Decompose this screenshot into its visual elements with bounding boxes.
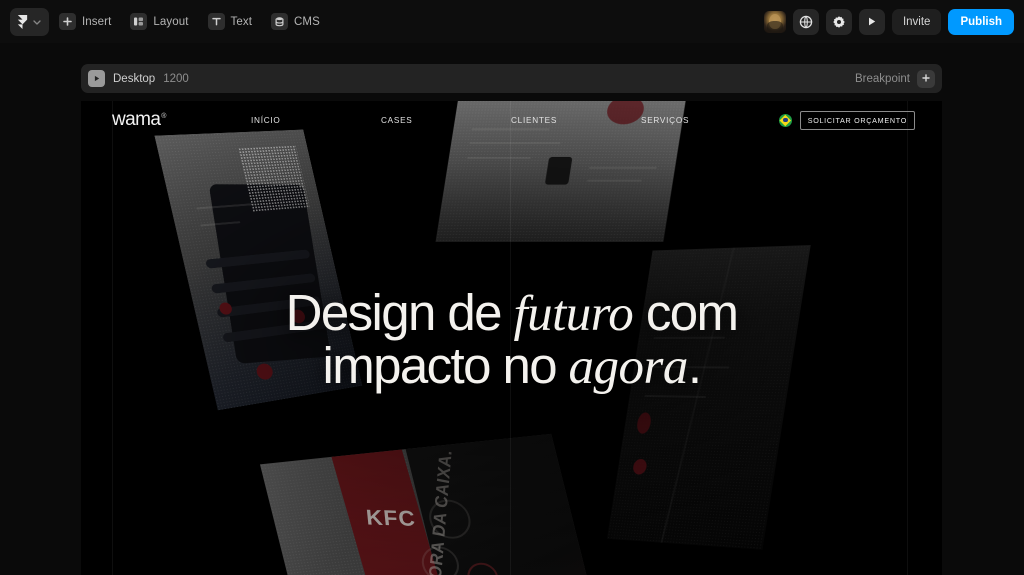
site-nav-links: INÍCIO CASES CLIENTES SERVIÇOS: [251, 116, 771, 125]
site-logo-text: wama: [112, 109, 160, 130]
breakpoint-info: Desktop 1200: [88, 70, 189, 87]
breakpoint-width[interactable]: 1200: [163, 73, 189, 85]
toolbar-text-button[interactable]: Text: [202, 8, 262, 36]
publish-button[interactable]: Publish: [948, 9, 1014, 35]
toolbar-insert-button[interactable]: Insert: [53, 8, 120, 36]
nav-link-servicos[interactable]: SERVIÇOS: [641, 116, 771, 125]
text-t-icon: [208, 13, 225, 30]
mockup-card-bottom-kfc[interactable]: KFC USE FORA DA CAIXA.: [260, 434, 602, 575]
plus-square-icon: [59, 13, 76, 30]
site-nav-right: SOLICITAR ORÇAMENTO: [779, 111, 915, 130]
framer-logo-icon: [16, 15, 29, 29]
globe-button[interactable]: [793, 9, 819, 35]
brazil-flag-icon[interactable]: [779, 114, 792, 127]
mockup-card-right[interactable]: [607, 245, 811, 550]
toolbar-insert-label: Insert: [82, 16, 111, 28]
gear-icon: [832, 15, 846, 29]
site-logo[interactable]: wama®: [112, 109, 166, 131]
layout-guide-left: [112, 101, 113, 575]
nav-link-clientes[interactable]: CLIENTES: [511, 116, 641, 125]
layout-panels-icon: [130, 13, 147, 30]
toolbar-layout-label: Layout: [153, 16, 188, 28]
globe-icon: [799, 15, 813, 29]
plus-icon: [921, 70, 931, 88]
design-canvas[interactable]: KFC USE FORA DA CAIXA. wama® INÍCIO CASE…: [81, 101, 942, 575]
top-toolbar: Insert Layout Text CMS Invite Publish: [0, 0, 1024, 43]
avatar[interactable]: [764, 11, 786, 33]
breakpoint-bar: Desktop 1200 Breakpoint: [81, 64, 942, 93]
layout-guide-right: [907, 101, 908, 575]
add-breakpoint-button[interactable]: [917, 70, 935, 88]
breakpoint-add-group: Breakpoint: [855, 70, 935, 88]
play-icon: [865, 15, 878, 28]
toolbar-layout-button[interactable]: Layout: [124, 8, 197, 36]
toolbar-cms-button[interactable]: CMS: [265, 8, 329, 36]
toolbar-text-label: Text: [231, 16, 253, 28]
mockup-card-left[interactable]: [154, 130, 362, 411]
request-quote-button[interactable]: SOLICITAR ORÇAMENTO: [800, 111, 915, 130]
database-stack-icon: [271, 13, 288, 30]
nav-link-cases[interactable]: CASES: [381, 116, 511, 125]
nav-link-inicio[interactable]: INÍCIO: [251, 116, 381, 125]
play-icon: [92, 70, 101, 88]
invite-label: Invite: [903, 16, 931, 28]
trademark-mark: ®: [161, 113, 166, 120]
publish-label: Publish: [960, 16, 1002, 28]
breakpoint-preview-button[interactable]: [88, 70, 105, 87]
toolbar-right-group: Invite Publish: [764, 9, 1014, 35]
settings-button[interactable]: [826, 9, 852, 35]
app-menu-button[interactable]: [10, 8, 49, 36]
invite-button[interactable]: Invite: [892, 9, 942, 35]
kfc-brand-text: KFC: [365, 505, 417, 532]
add-breakpoint-label[interactable]: Breakpoint: [855, 73, 910, 85]
toolbar-cms-label: CMS: [294, 16, 320, 28]
headline-emphasis-futuro: futuro: [513, 286, 633, 342]
site-navbar: wama® INÍCIO CASES CLIENTES SERVIÇOS SOL…: [81, 101, 942, 139]
preview-button[interactable]: [859, 9, 885, 35]
toolbar-left-group: Insert Layout Text CMS: [10, 8, 329, 36]
breakpoint-name[interactable]: Desktop: [113, 73, 155, 85]
chevron-down-icon: [32, 17, 42, 27]
